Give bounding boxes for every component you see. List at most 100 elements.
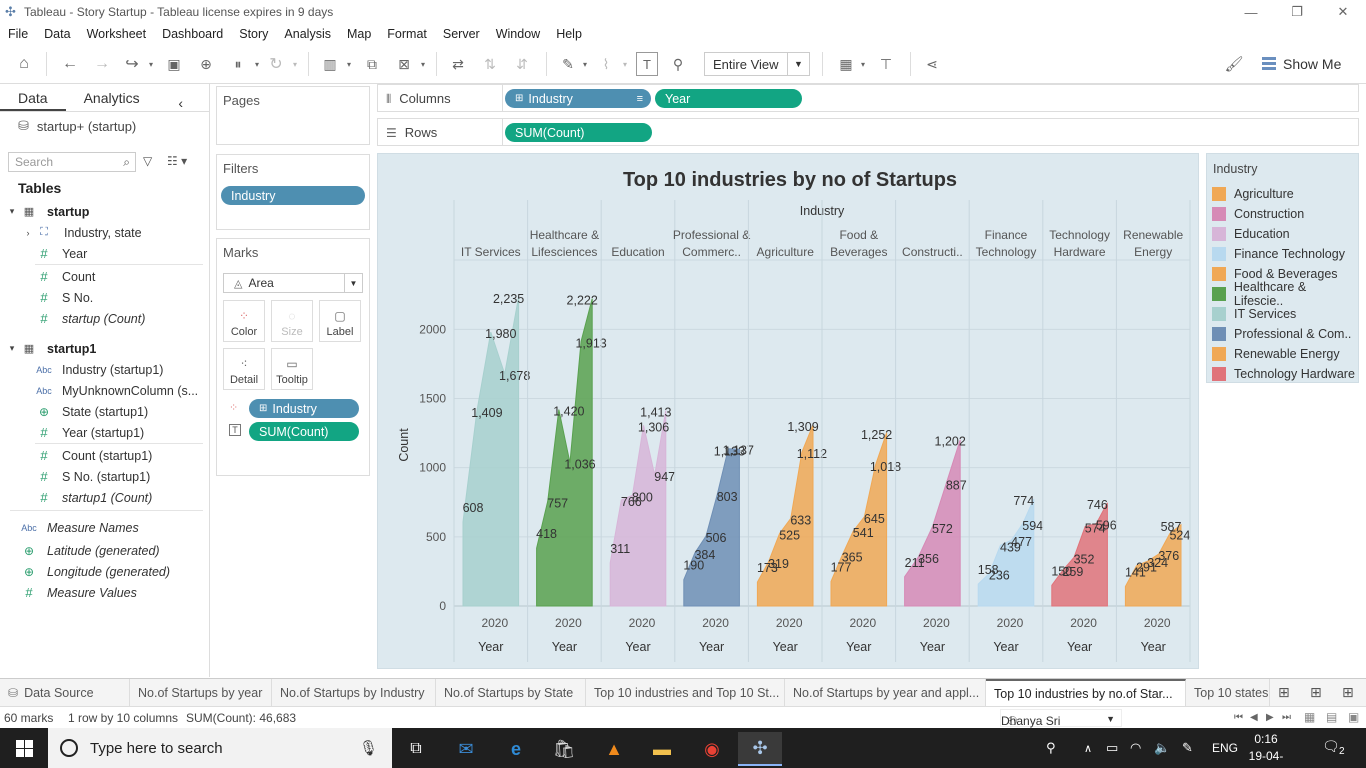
legend-item[interactable]: Finance Technology: [1212, 245, 1345, 263]
marks-pill-sum-count[interactable]: SUM(Count): [249, 422, 359, 441]
collapse-pane-icon[interactable]: ‹: [160, 89, 201, 117]
menu-story[interactable]: Story: [231, 27, 276, 41]
legend-item[interactable]: Technology Hardware: [1212, 365, 1355, 383]
tooltip-button[interactable]: ▭ Tooltip: [271, 348, 313, 390]
tableau-taskbar-icon[interactable]: ✣: [738, 732, 782, 766]
rows-pill-sum-count[interactable]: SUM(Count): [505, 123, 652, 142]
pages-card[interactable]: Pages: [216, 86, 370, 145]
columns-pill-industry[interactable]: ⊞ Industry ≡: [505, 89, 651, 108]
prev-sheet-icon[interactable]: ◀: [1250, 712, 1258, 723]
field-item[interactable]: ⊕ Latitude (generated): [0, 540, 205, 561]
detail-button[interactable]: ⁖ Detail: [223, 348, 265, 390]
field-item[interactable]: # Year: [0, 243, 205, 264]
filter-pill-industry[interactable]: Industry: [221, 186, 365, 205]
legend-item[interactable]: Healthcare & Lifescie..: [1212, 280, 1358, 308]
vlc-icon[interactable]: ▲: [592, 732, 636, 766]
save-icon[interactable]: ▣: [162, 52, 186, 76]
language-indicator[interactable]: ENG: [1212, 728, 1238, 768]
view-list-icon[interactable]: ☷ ▾: [167, 154, 187, 168]
show-cards-dropdown-icon[interactable]: ▾: [858, 52, 868, 76]
share-icon[interactable]: ⋖: [920, 52, 944, 76]
edge-icon[interactable]: e: [494, 732, 538, 766]
battery-icon[interactable]: ▭: [1106, 728, 1118, 768]
store-icon[interactable]: 🛍: [542, 732, 586, 766]
pen-icon[interactable]: ✎: [1182, 728, 1193, 768]
field-item[interactable]: › ⛶ Industry, state: [0, 222, 205, 243]
field-item[interactable]: # S No. (startup1): [0, 466, 205, 487]
field-item[interactable]: Abc Measure Names: [0, 517, 205, 538]
presentation-mode-icon[interactable]: ⊤: [874, 52, 898, 76]
field-item[interactable]: Abc Industry (startup1): [0, 359, 205, 380]
start-button[interactable]: [0, 728, 48, 768]
first-sheet-icon[interactable]: ⏮: [1234, 712, 1243, 723]
new-worksheet-dropdown-icon[interactable]: ▾: [344, 52, 354, 76]
fit-select[interactable]: Entire View ▼: [704, 52, 810, 76]
undo-icon[interactable]: ←: [58, 52, 82, 76]
tab-sheet[interactable]: Top 10 states: [1186, 679, 1270, 706]
replay-dropdown-icon[interactable]: ▾: [146, 52, 156, 76]
close-button[interactable]: ✕: [1320, 0, 1366, 24]
field-item[interactable]: # Count: [0, 266, 205, 287]
show-cards-icon[interactable]: ▦: [834, 52, 858, 76]
size-button[interactable]: ◌ Size: [271, 300, 313, 342]
menu-analysis[interactable]: Analysis: [276, 27, 339, 41]
mail-icon[interactable]: ✉: [444, 732, 488, 766]
field-item[interactable]: # startup (Count): [0, 308, 205, 329]
menu-server[interactable]: Server: [435, 27, 488, 41]
new-worksheet-icon[interactable]: ⊞: [1278, 684, 1290, 701]
group-members-icon[interactable]: ⌇: [594, 52, 618, 76]
duplicate-icon[interactable]: ⧉: [360, 52, 384, 76]
tab-sheet[interactable]: No.of Startups by Industry: [272, 679, 436, 706]
chrome-icon[interactable]: ◉: [690, 732, 734, 766]
rows-shelf[interactable]: ☰ Rows SUM(Count): [377, 118, 1359, 146]
legend-item[interactable]: Education: [1212, 225, 1290, 243]
tab-analytics[interactable]: Analytics: [66, 84, 158, 111]
sort-descending-icon[interactable]: ⇵: [510, 52, 534, 76]
menu-data[interactable]: Data: [36, 27, 78, 41]
people-icon[interactable]: ⚲: [1046, 728, 1056, 768]
minimize-button[interactable]: —: [1228, 0, 1274, 24]
microphone-icon[interactable]: 🎙: [359, 739, 378, 757]
field-item[interactable]: ⊕ Longitude (generated): [0, 561, 205, 582]
columns-pill-year[interactable]: Year: [655, 89, 802, 108]
columns-shelf[interactable]: ⦀ Columns ⊞ Industry ≡ Year: [377, 84, 1359, 112]
menu-worksheet[interactable]: Worksheet: [79, 27, 155, 41]
tray-chevron-icon[interactable]: ∧: [1084, 728, 1092, 768]
label-button[interactable]: ▢ Label: [319, 300, 361, 342]
tab-sheet-active[interactable]: Top 10 industries by no.of Star...: [986, 679, 1186, 706]
home-icon[interactable]: ⌂: [12, 52, 36, 76]
sort-ascending-icon[interactable]: ⇅: [478, 52, 502, 76]
tab-sheet[interactable]: No.of Startups by year: [130, 679, 272, 706]
legend-item[interactable]: IT Services: [1212, 305, 1296, 323]
filmstrip-view-icon[interactable]: ▤: [1326, 710, 1337, 724]
menu-window[interactable]: Window: [488, 27, 548, 41]
swap-icon[interactable]: ⇄: [446, 52, 470, 76]
pause-updates-icon[interactable]: ⏸: [226, 52, 250, 76]
new-datasource-icon[interactable]: ⊕: [194, 52, 218, 76]
field-item[interactable]: # S No.: [0, 287, 205, 308]
table-group-startup[interactable]: ▾ ▦ startup: [0, 201, 205, 222]
field-item[interactable]: ⊕ State (startup1): [0, 401, 205, 422]
menu-file[interactable]: File: [0, 27, 36, 41]
field-item[interactable]: # startup1 (Count): [0, 487, 205, 508]
tabs-view-icon[interactable]: ▣: [1348, 710, 1359, 724]
datasource-item[interactable]: ⛁ startup+ (startup): [18, 118, 136, 134]
field-item[interactable]: # Measure Values: [0, 582, 205, 603]
field-search-input[interactable]: Search ⌕: [8, 152, 136, 172]
chart-view[interactable]: Top 10 industries by no of Startups Indus…: [377, 153, 1199, 669]
filter-icon[interactable]: ▽: [143, 154, 152, 168]
last-sheet-icon[interactable]: ⏭: [1282, 712, 1291, 723]
marks-pill-industry[interactable]: ⊞ Industry: [249, 399, 359, 418]
mark-type-select[interactable]: ◬ Area ▼: [223, 273, 363, 293]
redo-icon[interactable]: →: [90, 52, 114, 76]
pause-dropdown-icon[interactable]: ▾: [252, 52, 262, 76]
show-me-button[interactable]: Show Me: [1262, 52, 1341, 76]
notification-icon[interactable]: 🗨: [1322, 738, 1340, 755]
tab-sheet[interactable]: No.of Startups by State: [436, 679, 586, 706]
menu-format[interactable]: Format: [379, 27, 435, 41]
clear-dropdown-icon[interactable]: ▾: [418, 52, 428, 76]
new-dashboard-icon[interactable]: ⊞: [1310, 684, 1322, 701]
field-item[interactable]: Abc MyUnknownColumn (s...: [0, 380, 205, 401]
fix-axes-icon[interactable]: ⚲: [666, 52, 690, 76]
tab-data-source[interactable]: ⛁ Data Source: [0, 679, 130, 706]
